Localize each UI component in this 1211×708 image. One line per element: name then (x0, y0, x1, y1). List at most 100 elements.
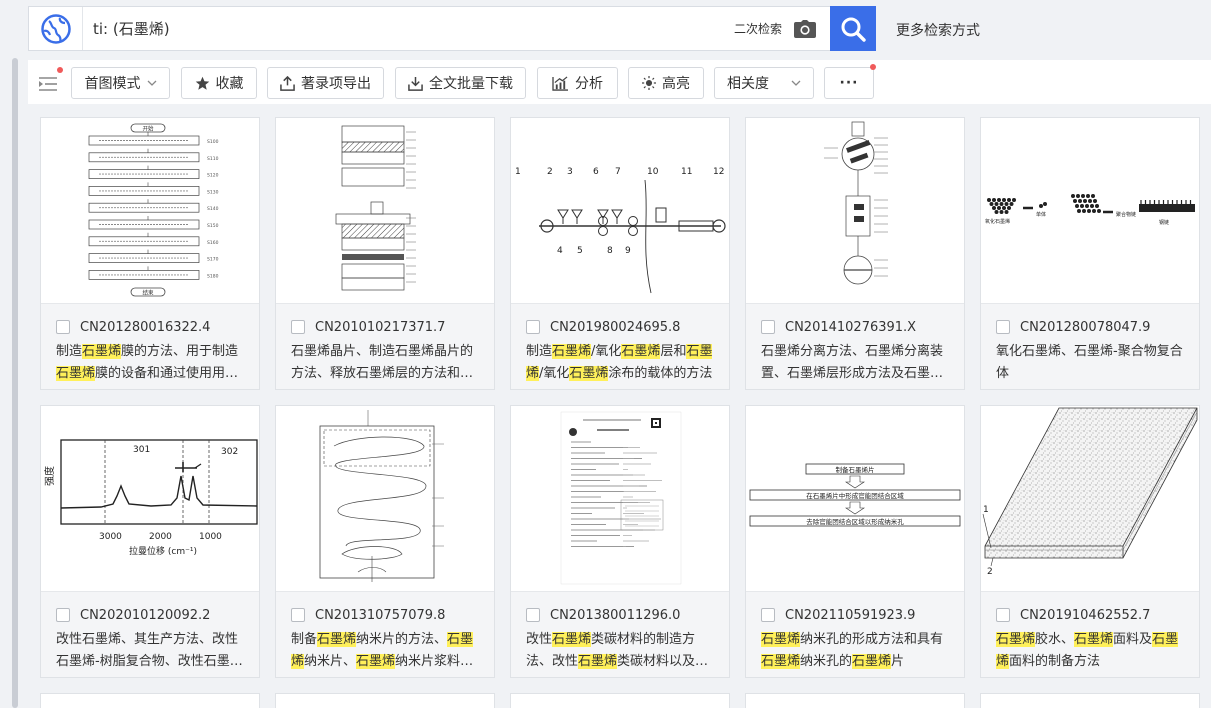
patent-thumbnail[interactable]: 123671011124589 (511, 118, 729, 303)
fig-text: 开始 (142, 125, 154, 133)
patent-title[interactable]: 制造石墨烯/氧化石墨烯层和石墨烯/氧化石墨烯涂布的载体的方法 (526, 341, 719, 385)
patent-number[interactable]: CN202110591923.9 (785, 608, 915, 623)
patent-title[interactable]: 石墨烯胶水、石墨烯面料及石墨烯面料的制备方法 (996, 629, 1189, 673)
sort-dropdown[interactable]: 相关度 (714, 67, 814, 99)
result-card[interactable]: CN201380011296.0 改性石墨烯类碳材料的制造方法、改性石墨烯类碳材料… (510, 405, 730, 678)
select-checkbox[interactable] (526, 608, 540, 622)
result-card[interactable]: CN201010217371.7 石墨烯晶片、制造石墨烯晶片的方法、释放石墨烯层的… (275, 117, 495, 390)
mode-dropdown[interactable]: 首图模式 (71, 67, 170, 99)
patent-number[interactable]: CN201280016322.4 (80, 320, 210, 335)
search-button[interactable] (830, 6, 876, 51)
result-card[interactable]: CN201410276391.X 石墨烯分离方法、石墨烯分离装置、石墨烯层形成方法… (745, 117, 965, 390)
select-checkbox[interactable] (996, 320, 1010, 334)
result-card[interactable]: 12 CN201910462552.7 石墨烯胶水、石墨烯面料及石墨烯面料的制备方法 (980, 405, 1200, 678)
favorite-label: 收藏 (216, 73, 244, 93)
patent-title[interactable]: 制备石墨烯纳米片的方法、石墨烯纳米片、石墨烯纳米片浆料和包含石墨烯纳米片的制品 (291, 629, 484, 673)
title-text: 面料及 (1113, 632, 1152, 647)
patent-title[interactable]: 石墨烯分离方法、石墨烯分离装置、石墨烯层形成方法及石墨烯层形成装置 (761, 341, 954, 385)
mode-label: 首图模式 (85, 73, 141, 93)
select-checkbox[interactable] (291, 320, 305, 334)
more-actions-button[interactable]: ··· (824, 67, 874, 99)
fig-text: 1 (983, 505, 989, 515)
patent-number[interactable]: CN201980024695.8 (550, 320, 680, 335)
result-card-partial[interactable] (40, 693, 260, 708)
card-info: CN201410276391.X 石墨烯分离方法、石墨烯分离装置、石墨烯层形成方法… (746, 303, 964, 389)
camera-icon[interactable] (792, 18, 818, 40)
result-card-partial[interactable] (980, 693, 1200, 708)
logo-box[interactable] (29, 7, 83, 50)
search-input[interactable] (83, 7, 734, 50)
highlighted-term: 石墨烯 (82, 344, 121, 359)
patent-thumbnail[interactable]: 12 (981, 406, 1199, 591)
highlighted-term: 石墨烯 (56, 366, 95, 381)
patent-thumbnail[interactable] (276, 118, 494, 303)
secondary-search-label[interactable]: 二次检索 (734, 20, 782, 37)
select-checkbox[interactable] (996, 608, 1010, 622)
patent-thumbnail[interactable] (276, 406, 494, 591)
patent-title[interactable]: 制造石墨烯膜的方法、用于制造石墨烯膜的设备和通过使用用于制造石墨烯膜的设备制造的… (56, 341, 249, 385)
notification-dot (57, 67, 63, 73)
patent-thumbnail[interactable]: 制备石墨烯片在石墨烯片中形成官能团结合区域去除官能团结合区域以形成纳米孔 (746, 406, 964, 591)
select-checkbox[interactable] (761, 608, 775, 622)
title-text: 胶水、 (1035, 632, 1074, 647)
title-text: 涂布的载体的方法 (608, 366, 712, 381)
card-info: CN202010120092.2 改性石墨烯、其生产方法、改性石墨烯-树脂复合物、… (41, 591, 259, 677)
result-card-partial[interactable] (510, 693, 730, 708)
select-checkbox[interactable] (56, 608, 70, 622)
patent-number[interactable]: CN201380011296.0 (550, 608, 680, 623)
notification-dot (870, 64, 876, 70)
patent-title[interactable]: 改性石墨烯类碳材料的制造方法、改性石墨烯类碳材料以及含有改性石墨烯类碳材料的树脂… (526, 629, 719, 673)
more-search-link[interactable]: 更多检索方式 (896, 20, 980, 40)
patent-number[interactable]: CN201910462552.7 (1020, 608, 1150, 623)
title-text: 膜的方法、用于制造 (121, 344, 238, 359)
select-checkbox[interactable] (56, 320, 70, 334)
patent-title[interactable]: 石墨烯晶片、制造石墨烯晶片的方法、释放石墨烯层的方法和制造装置的方法 (291, 341, 484, 385)
fig-text: 在石墨烯片中形成官能团结合区域 (806, 491, 904, 500)
favorite-button[interactable]: 收藏 (181, 67, 257, 99)
fig-text: S130 (207, 189, 219, 195)
patent-title[interactable]: 改性石墨烯、其生产方法、改性石墨烯-树脂复合物、改性石墨烯片材及改性石墨烯分散液 (56, 629, 249, 673)
highlight-button[interactable]: 高亮 (628, 67, 704, 99)
patent-number[interactable]: CN201310757079.8 (315, 608, 445, 623)
list-toggle-icon[interactable] (39, 76, 57, 95)
patent-thumbnail[interactable]: 开始S100S110S120S130S140S150S160S170S180结束 (41, 118, 259, 303)
patent-thumbnail[interactable] (746, 118, 964, 303)
bulk-download-button[interactable]: 全文批量下载 (395, 67, 526, 99)
title-text: /氧化 (591, 344, 621, 359)
select-checkbox[interactable] (761, 320, 775, 334)
patent-number[interactable]: CN201280078047.9 (1020, 320, 1150, 335)
fig-text: 8 (607, 246, 613, 256)
result-card-partial[interactable] (745, 693, 965, 708)
patent-thumbnail[interactable]: 氧化石墨烯单体聚合物链钢链 (981, 118, 1199, 303)
title-text: 氧化石墨烯、石墨烯-聚合物复合体 (996, 344, 1183, 381)
select-checkbox[interactable] (291, 608, 305, 622)
analysis-button[interactable]: 分析 (537, 67, 618, 99)
fig-text: 1000 (199, 532, 222, 542)
patent-number[interactable]: CN202010120092.2 (80, 608, 210, 623)
scrollbar[interactable] (12, 58, 18, 708)
title-text: 制造 (526, 344, 552, 359)
result-card[interactable]: 开始S100S110S120S130S140S150S160S170S180结束… (40, 117, 260, 390)
result-card[interactable]: CN201310757079.8 制备石墨烯纳米片的方法、石墨烯纳米片、石墨烯纳米… (275, 405, 495, 678)
patent-title[interactable]: 氧化石墨烯、石墨烯-聚合物复合体 (996, 341, 1189, 385)
chevron-down-icon (791, 80, 801, 86)
upload-icon (280, 76, 295, 91)
card-info: CN201280016322.4 制造石墨烯膜的方法、用于制造石墨烯膜的设备和通过… (41, 303, 259, 389)
results-toolbar: 首图模式 收藏 著录项导出 全文批量下载 分析 高亮 相关度 ··· (28, 60, 1211, 104)
fig-text: 5 (577, 246, 583, 256)
patent-thumbnail[interactable] (511, 406, 729, 591)
select-checkbox[interactable] (526, 320, 540, 334)
search-bar: 二次检索 (28, 6, 876, 51)
patent-number[interactable]: CN201410276391.X (785, 320, 916, 335)
result-card[interactable]: 制备石墨烯片在石墨烯片中形成官能团结合区域去除官能团结合区域以形成纳米孔 CN20… (745, 405, 965, 678)
result-card[interactable]: 氧化石墨烯单体聚合物链钢链 CN201280078047.9 氧化石墨烯、石墨烯-聚… (980, 117, 1200, 390)
export-button[interactable]: 著录项导出 (267, 67, 384, 99)
fig-text: 单体 (1036, 211, 1046, 218)
result-card[interactable]: 123671011124589CN201980024695.8制造石墨烯/氧化石… (510, 117, 730, 390)
patent-number[interactable]: CN201010217371.7 (315, 320, 445, 335)
patent-title[interactable]: 石墨烯纳米孔的形成方法和具有石墨烯纳米孔的石墨烯片 (761, 629, 954, 673)
result-card-partial[interactable] (275, 693, 495, 708)
patent-thumbnail[interactable]: 301302300020001000拉曼位移 (cm⁻¹)强度 (41, 406, 259, 591)
result-card[interactable]: 301302300020001000拉曼位移 (cm⁻¹)强度CN2020101… (40, 405, 260, 678)
highlighted-term: 石墨烯 (552, 632, 591, 647)
